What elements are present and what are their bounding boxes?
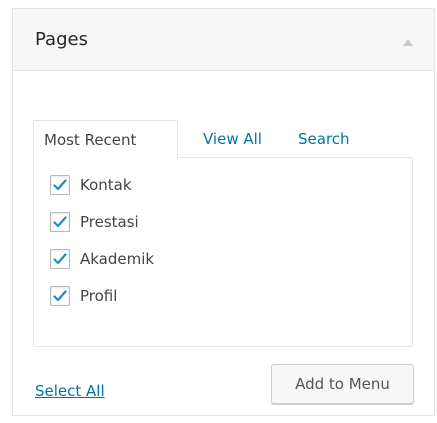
item-label: Kontak	[80, 176, 132, 194]
list-item[interactable]: Profil	[50, 285, 117, 307]
checkmark-icon	[53, 179, 67, 191]
checkmark-icon	[53, 290, 67, 302]
checkbox-prestasi[interactable]	[50, 212, 70, 232]
tab-view-all[interactable]: View All	[203, 120, 262, 158]
checkmark-icon	[53, 253, 67, 265]
tab-search[interactable]: Search	[298, 120, 350, 158]
panel-body: Most Recent View All Search Kontak Prest…	[13, 72, 434, 415]
item-label: Profil	[80, 287, 118, 305]
list-item[interactable]: Prestasi	[50, 211, 139, 233]
item-label: Akademik	[80, 250, 155, 268]
triangle-up-icon[interactable]	[402, 37, 414, 47]
tab-most-recent[interactable]: Most Recent	[33, 120, 178, 158]
triangle-up-icon-svg	[403, 38, 413, 46]
checkbox-kontak[interactable]	[50, 175, 70, 195]
panel-header[interactable]: Pages	[13, 9, 434, 71]
list-item[interactable]: Kontak	[50, 174, 132, 196]
item-label: Prestasi	[80, 213, 139, 231]
tab-bar: Most Recent View All Search	[33, 120, 413, 158]
select-all-link[interactable]: Select All	[35, 381, 105, 401]
panel-title: Pages	[35, 29, 88, 50]
checkbox-profil[interactable]	[50, 286, 70, 306]
checkmark-icon	[53, 216, 67, 228]
checkbox-akademik[interactable]	[50, 249, 70, 269]
recent-pages-list: Kontak Prestasi Akademik Profil	[33, 157, 413, 347]
list-item[interactable]: Akademik	[50, 248, 154, 270]
add-to-menu-button[interactable]: Add to Menu	[271, 364, 414, 404]
pages-panel: Pages Most Recent View All Search Kontak	[12, 8, 435, 416]
